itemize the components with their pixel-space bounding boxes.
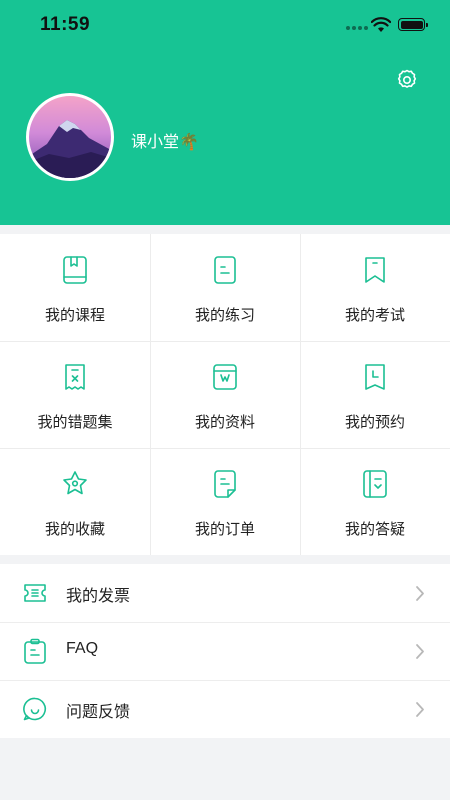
favorites-star-icon <box>63 471 87 495</box>
menu-grid-label: 我的订单 <box>194 521 255 538</box>
chevron-right-icon <box>416 586 424 601</box>
settings-gear-icon[interactable] <box>395 68 419 92</box>
faq-clipboard-icon <box>24 638 46 664</box>
wrong-answers-icon <box>65 364 85 390</box>
status-time: 11:59 <box>40 14 91 35</box>
chevron-right-icon <box>416 644 424 659</box>
order-icon <box>214 470 236 498</box>
list-item-faq[interactable]: FAQ <box>0 622 450 680</box>
list-item-label: FAQ <box>66 640 99 657</box>
menu-grid-label: 我的资料 <box>194 414 255 431</box>
menu-my-appointments[interactable]: 我的预约 <box>300 341 450 448</box>
qa-notebook-icon <box>363 470 387 498</box>
list-item-label: 我的发票 <box>66 588 131 605</box>
wifi-icon <box>371 17 391 32</box>
materials-icon <box>213 364 237 390</box>
book-icon <box>63 256 87 284</box>
menu-list: 我的发票 FAQ 问题反馈 <box>0 564 450 738</box>
cellular-signal-icon <box>346 26 368 32</box>
status-bar: 11:59 <box>0 0 450 52</box>
list-item-invoice[interactable]: 我的发票 <box>0 564 450 622</box>
user-nickname[interactable]: 课小堂🌴 <box>131 128 199 152</box>
appointment-icon <box>365 364 385 390</box>
avatar-mountain-image <box>29 120 111 178</box>
avatar[interactable] <box>26 93 114 181</box>
menu-my-exams[interactable]: 我的考试 <box>300 234 450 341</box>
practice-doc-icon <box>214 256 236 284</box>
chevron-right-icon <box>416 702 424 717</box>
menu-my-materials[interactable]: 我的资料 <box>150 341 300 448</box>
list-item-feedback[interactable]: 问题反馈 <box>0 680 450 738</box>
menu-grid-label: 我的课程 <box>44 307 105 324</box>
menu-my-orders[interactable]: 我的订单 <box>150 448 300 555</box>
menu-my-favorites[interactable]: 我的收藏 <box>0 448 150 555</box>
menu-my-practice[interactable]: 我的练习 <box>150 234 300 341</box>
battery-icon <box>398 18 428 31</box>
menu-grid-label: 我的练习 <box>194 307 255 324</box>
menu-my-courses[interactable]: 我的课程 <box>0 234 150 341</box>
list-item-label: 问题反馈 <box>66 704 131 721</box>
menu-grid: 我的课程 我的练习 我的考试 我的错题集 我的资料 我的预约 我的收藏 我的订单… <box>0 234 450 555</box>
menu-my-qa[interactable]: 我的答疑 <box>300 448 450 555</box>
menu-grid-label: 我的错题集 <box>37 414 113 431</box>
menu-grid-label: 我的考试 <box>344 307 405 324</box>
feedback-bubble-icon <box>23 697 47 721</box>
menu-grid-label: 我的答疑 <box>344 521 405 538</box>
profile-header: 11:59 课小堂🌴 <box>0 0 450 225</box>
menu-grid-label: 我的收藏 <box>44 521 105 538</box>
exam-bookmark-icon <box>365 257 385 283</box>
menu-my-wrong-answers[interactable]: 我的错题集 <box>0 341 150 448</box>
invoice-ticket-icon <box>24 584 46 602</box>
menu-grid-label: 我的预约 <box>344 414 405 431</box>
